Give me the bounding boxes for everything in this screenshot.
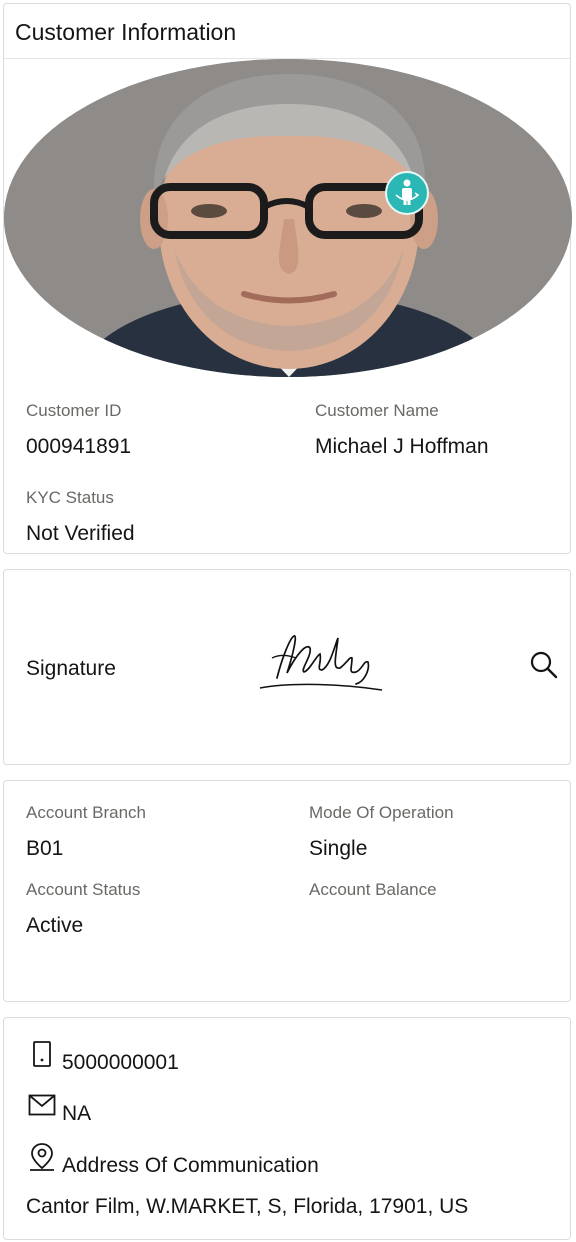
address-label: Address Of Communication bbox=[62, 1154, 319, 1177]
mode-of-operation-value: Single bbox=[309, 837, 368, 860]
phone-number: 5000000001 bbox=[62, 1051, 179, 1074]
email-value: NA bbox=[62, 1102, 92, 1125]
account-info-card: Account Branch B01 Mode Of Operation Sin… bbox=[3, 780, 571, 1002]
card-header: Customer Information bbox=[4, 4, 570, 59]
account-status-value: Active bbox=[26, 914, 84, 937]
contact-info-card: 5000000001 NA Address Of Communication C… bbox=[3, 1017, 571, 1240]
location-pin-icon bbox=[30, 1143, 54, 1171]
customer-photo bbox=[4, 59, 572, 377]
account-balance-label: Account Balance bbox=[309, 880, 437, 899]
customer-id-label: Customer ID bbox=[26, 401, 122, 420]
customer-name-label: Customer Name bbox=[315, 401, 439, 420]
mobile-phone-icon bbox=[33, 1041, 51, 1067]
page-title: Customer Information bbox=[15, 19, 237, 45]
customer-info-card: Customer Information Customer ID 0009418… bbox=[3, 3, 572, 554]
signature-card: Signature bbox=[3, 569, 571, 765]
customer-id-value: 000941891 bbox=[26, 435, 132, 458]
person-rotate-icon bbox=[395, 179, 420, 205]
envelope-icon bbox=[28, 1094, 56, 1116]
signature-zoom-button[interactable] bbox=[529, 650, 559, 680]
account-status-label: Account Status bbox=[26, 880, 141, 899]
signature-image bbox=[259, 635, 383, 691]
address-value: Cantor Film, W.MARKET, S, Florida, 17901… bbox=[26, 1195, 469, 1218]
account-branch-label: Account Branch bbox=[26, 803, 147, 822]
kyc-status-value: Not Verified bbox=[26, 522, 135, 545]
mode-of-operation-label: Mode Of Operation bbox=[309, 803, 454, 822]
photo-rotate-badge[interactable] bbox=[385, 171, 429, 215]
magnifier-icon bbox=[530, 651, 558, 679]
customer-name-value: Michael J Hoffman bbox=[315, 435, 489, 458]
signature-label: Signature bbox=[26, 657, 116, 680]
kyc-status-label: KYC Status bbox=[26, 488, 114, 507]
account-branch-value: B01 bbox=[26, 837, 64, 860]
